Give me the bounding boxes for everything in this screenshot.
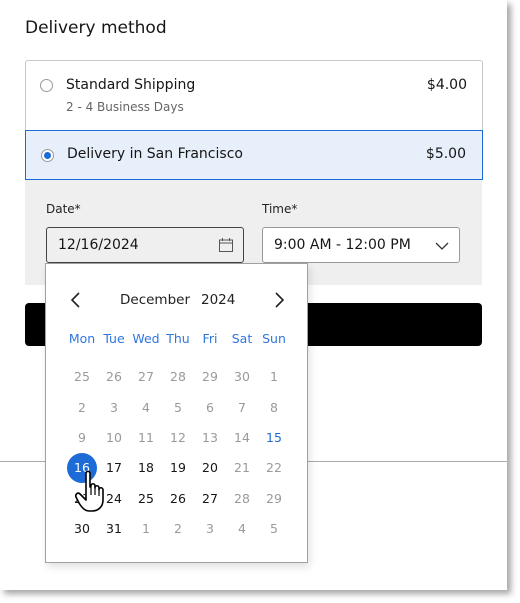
calendar-day[interactable]: 26 [162, 484, 194, 514]
chevron-down-icon [435, 242, 449, 250]
calendar-day: 22 [266, 460, 282, 475]
radio-standard-shipping[interactable] [40, 79, 53, 92]
calendar-day: 26 [106, 369, 122, 384]
calendar-year[interactable]: 2024 [201, 292, 235, 308]
calendar-day: 8 [270, 400, 278, 415]
calendar-day: 28 [170, 369, 186, 384]
chevron-left-icon[interactable] [69, 291, 83, 309]
time-value: 9:00 AM - 12:00 PM [274, 237, 411, 253]
time-select[interactable]: 9:00 AM - 12:00 PM [262, 227, 460, 263]
chevron-right-icon[interactable] [272, 291, 286, 309]
calendar-day[interactable]: 19 [162, 453, 194, 483]
calendar-day: 1 [270, 369, 278, 384]
date-input[interactable]: 12/16/2024 [46, 227, 244, 263]
calendar-day: 28 [234, 491, 250, 506]
calendar-day: 14 [234, 430, 250, 445]
calendar-day: 29 [202, 369, 218, 384]
calendar-day[interactable]: 31 [98, 514, 130, 544]
date-value: 12/16/2024 [58, 237, 139, 253]
calendar-icon[interactable] [219, 238, 233, 252]
calendar-day: 1 [142, 521, 150, 536]
option-sublabel: 2 - 4 Business Days [66, 100, 184, 114]
option-price: $5.00 [425, 146, 466, 162]
option-label: Delivery in San Francisco [67, 146, 243, 162]
calendar-day: 25 [74, 369, 90, 384]
weekday-tue: Tue [103, 331, 125, 346]
checkout-card: Delivery method Standard Shipping 2 - 4 … [0, 0, 507, 590]
weekday-thu: Thu [166, 331, 190, 346]
calendar-day: 29 [266, 491, 282, 506]
calendar-day: 5 [270, 521, 278, 536]
calendar-month[interactable]: December [120, 292, 190, 308]
calendar-day: 9 [78, 430, 86, 445]
calendar-day: 7 [238, 400, 246, 415]
calendar-day[interactable]: 24 [98, 484, 130, 514]
calendar-day: 10 [106, 430, 122, 445]
calendar-day[interactable]: 18 [130, 453, 162, 483]
calendar-day: 11 [138, 430, 154, 445]
calendar-day: 27 [138, 369, 154, 384]
calendar-day: 5 [174, 400, 182, 415]
today-day[interactable]: 15 [258, 423, 290, 453]
weekday-fri: Fri [202, 331, 218, 346]
calendar-day[interactable]: 17 [98, 453, 130, 483]
weekday-sun: Sun [262, 331, 286, 346]
calendar-day: 12 [170, 430, 186, 445]
calendar-day: 3 [110, 400, 118, 415]
calendar-day[interactable]: 30 [66, 514, 98, 544]
option-delivery-sf[interactable]: Delivery in San Francisco $5.00 [25, 130, 483, 180]
calendar-day: 6 [206, 400, 214, 415]
calendar-day: 4 [142, 400, 150, 415]
weekday-mon: Mon [68, 331, 96, 346]
calendar-day: 13 [202, 430, 218, 445]
calendar-popover: December 2024 Mon Tue Wed Thu Fri Sat Sun 25 26… [45, 263, 308, 563]
calendar-day: 2 [174, 521, 182, 536]
option-label: Standard Shipping [66, 77, 196, 93]
radio-delivery-sf[interactable] [41, 149, 54, 162]
weekday-wed: Wed [132, 331, 160, 346]
calendar-day[interactable]: 27 [194, 484, 226, 514]
option-price: $4.00 [426, 77, 467, 93]
section-title: Delivery method [25, 18, 167, 38]
selected-day[interactable]: 16 [66, 453, 98, 483]
calendar-day: 3 [206, 521, 214, 536]
date-label: Date* [46, 202, 81, 216]
calendar-day[interactable]: 20 [194, 453, 226, 483]
weekday-sat: Sat [231, 331, 253, 346]
time-label: Time* [262, 202, 298, 216]
option-standard-shipping[interactable]: Standard Shipping 2 - 4 Business Days $4… [26, 61, 482, 131]
calendar-day: 30 [234, 369, 250, 384]
calendar-day: 4 [238, 521, 246, 536]
calendar-day[interactable]: 23 [66, 484, 98, 514]
calendar-day: 2 [78, 400, 86, 415]
delivery-options: Standard Shipping 2 - 4 Business Days $4… [25, 60, 483, 180]
calendar-day[interactable]: 25 [130, 484, 162, 514]
calendar-day: 21 [234, 460, 250, 475]
